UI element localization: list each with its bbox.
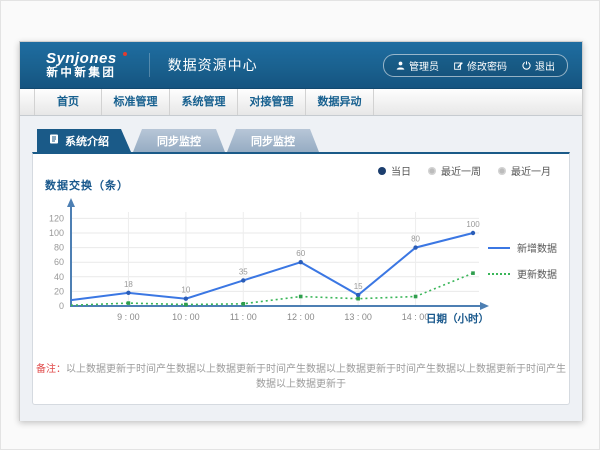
x-tick-label: 9 : 00	[117, 312, 140, 322]
y-tick-label: 120	[49, 213, 64, 223]
x-tick-label: 11 : 00	[230, 312, 257, 322]
x-axis-arrow	[480, 302, 489, 310]
app-header: Synjones 新中新集团 数据资源中心 管理员 修改密码	[20, 42, 582, 89]
data-point	[126, 291, 130, 295]
time-range-controls: 当日 最近一周 最近一月	[378, 163, 551, 178]
tab-label: 同步监控	[251, 133, 295, 149]
content-card: 当日 最近一周 最近一月 数据交换（条） 0 20 40 60 80 100 120 9 : …	[32, 152, 570, 405]
x-tick-label: 10 : 00	[172, 312, 200, 322]
user-menu-item-password[interactable]: 修改密码	[454, 58, 507, 73]
data-point-label: 80	[411, 235, 420, 244]
data-point	[184, 297, 188, 301]
legend-swatch-solid-line	[488, 247, 510, 249]
data-point-label: 60	[296, 249, 305, 258]
user-menu: 管理员 修改密码 退出	[383, 54, 568, 77]
data-point	[299, 295, 303, 299]
data-point	[356, 297, 360, 301]
tab-sync-monitor-2[interactable]: 同步监控	[227, 129, 319, 152]
data-point-label: 18	[124, 280, 133, 289]
data-point	[241, 302, 245, 306]
legend-item-updated-data[interactable]: 更新数据	[488, 266, 557, 281]
series-legend: 新增数据 更新数据	[488, 240, 557, 292]
data-point-label: 35	[239, 267, 248, 276]
content-area: 系统介绍 同步监控 同步监控 当日 最近一周	[20, 116, 582, 421]
user-menu-item-admin[interactable]: 管理员	[396, 58, 439, 73]
data-point	[471, 271, 475, 275]
user-menu-item-logout[interactable]: 退出	[522, 58, 555, 73]
user-menu-label: 修改密码	[467, 58, 507, 73]
power-icon	[522, 61, 531, 70]
page-background: Synjones 新中新集团 数据资源中心 管理员 修改密码	[0, 0, 600, 450]
user-icon	[396, 61, 405, 70]
y-tick-label: 40	[54, 272, 64, 282]
tab-sync-monitor-1[interactable]: 同步监控	[133, 129, 225, 152]
radio-label: 当日	[391, 163, 411, 178]
brand-name: Synjones	[46, 51, 117, 67]
data-point-label: 100	[466, 220, 480, 229]
data-point	[299, 260, 303, 264]
edit-icon	[454, 61, 463, 70]
data-point	[413, 245, 417, 249]
x-tick-label: 13 : 00	[344, 312, 372, 322]
brand-company: 新中新集团	[46, 67, 117, 79]
tab-bar: 系统介绍 同步监控 同步监控	[32, 129, 570, 152]
note-text: 以上数据更新于时间产生数据以上数据更新于时间产生数据以上数据更新于时间产生数据以…	[66, 364, 566, 390]
user-menu-label: 管理员	[409, 58, 439, 73]
radio-label: 最近一月	[511, 163, 551, 178]
y-tick-label: 100	[49, 228, 64, 238]
y-axis-arrow	[67, 198, 75, 207]
data-point	[184, 303, 188, 307]
data-point-label: 15	[354, 282, 363, 291]
data-point	[127, 301, 131, 305]
radio-option-last-month[interactable]: 最近一月	[498, 163, 551, 178]
line-chart: 0 20 40 60 80 100 120 9 : 00 10 : 00 11 : 00 12 : …	[37, 192, 493, 344]
chart-area: 0 20 40 60 80 100 120 9 : 00 10 : 00 11 : 00 12 : …	[37, 192, 493, 344]
app-title: 数据资源中心	[149, 53, 258, 77]
main-nav: 首页 标准管理 系统管理 对接管理 数据异动	[20, 89, 582, 116]
brand-logo: Synjones 新中新集团	[46, 51, 133, 79]
x-axis-title: 日期（小时）	[426, 312, 489, 325]
data-point	[471, 231, 475, 235]
x-tick-label: 12 : 00	[287, 312, 315, 322]
data-point	[241, 278, 245, 282]
radio-label: 最近一周	[441, 163, 481, 178]
y-tick-label: 0	[59, 301, 64, 311]
series-line-dotted	[71, 273, 473, 305]
logo-accent-dot	[123, 52, 127, 56]
legend-item-new-data[interactable]: 新增数据	[488, 240, 557, 255]
y-tick-label: 20	[54, 286, 64, 296]
radio-dot[interactable]	[428, 167, 436, 175]
radio-dot[interactable]	[498, 167, 506, 175]
y-axis-title: 数据交换（条）	[45, 177, 129, 193]
data-point-label: 10	[181, 286, 190, 295]
data-point	[414, 295, 418, 299]
legend-label: 更新数据	[517, 266, 557, 281]
radio-option-last-week[interactable]: 最近一周	[428, 163, 481, 178]
nav-item-interface-mgmt[interactable]: 对接管理	[238, 89, 306, 115]
tab-system-intro[interactable]: 系统介绍	[37, 129, 131, 152]
nav-item-home[interactable]: 首页	[34, 89, 102, 115]
user-menu-label: 退出	[535, 58, 555, 73]
y-tick-label: 80	[54, 243, 64, 253]
document-icon	[49, 134, 59, 147]
app-window: Synjones 新中新集团 数据资源中心 管理员 修改密码	[19, 41, 583, 421]
footer-note: 备注：以上数据更新于时间产生数据以上数据更新于时间产生数据以上数据更新于时间产生…	[33, 360, 569, 390]
legend-swatch-dotted-line	[488, 273, 510, 275]
radio-dot[interactable]	[378, 167, 386, 175]
nav-item-data-change[interactable]: 数据异动	[306, 89, 374, 115]
radio-option-today[interactable]: 当日	[378, 163, 411, 178]
nav-item-system-mgmt[interactable]: 系统管理	[170, 89, 238, 115]
nav-item-standard-mgmt[interactable]: 标准管理	[102, 89, 170, 115]
data-point	[356, 293, 360, 297]
y-tick-label: 60	[54, 257, 64, 267]
tab-label: 系统介绍	[65, 133, 109, 149]
note-prefix: 备注：	[36, 364, 66, 375]
legend-label: 新增数据	[517, 240, 557, 255]
tab-label: 同步监控	[157, 133, 201, 149]
